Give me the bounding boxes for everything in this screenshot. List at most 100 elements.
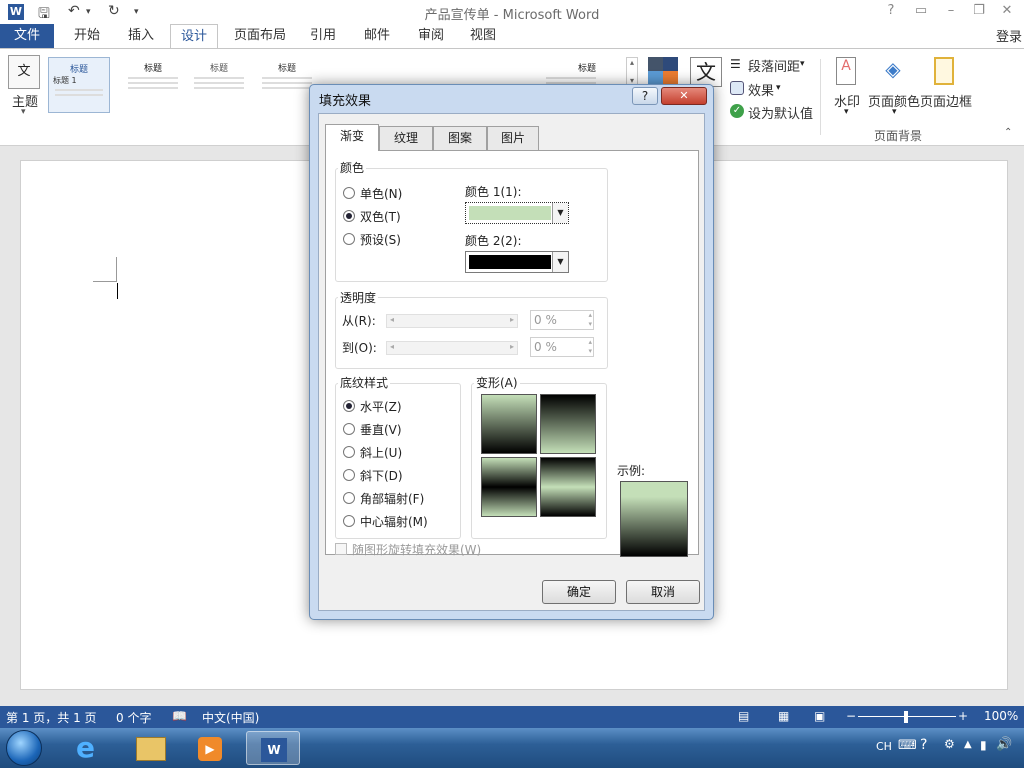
from-slider[interactable]: ◂ ▸ [386, 314, 518, 328]
help-button[interactable]: ? [632, 87, 658, 105]
volume-icon[interactable]: 🔊 [996, 737, 1012, 752]
radio-vertical-label[interactable]: 垂直(V) [360, 421, 402, 438]
radio-diagonal-up[interactable] [343, 446, 355, 458]
tab-gradient[interactable]: 渐变 [325, 124, 379, 151]
radio-vertical[interactable] [343, 423, 355, 435]
color1-dropdown[interactable]: ▼ [465, 202, 569, 224]
from-label: 从(R): [342, 314, 376, 328]
tab-design[interactable]: 设计 [170, 24, 219, 49]
radio-horizontal-label[interactable]: 水平(Z) [360, 398, 402, 415]
radio-from-center[interactable] [343, 515, 355, 527]
tab-texture[interactable]: 纹理 [379, 126, 433, 150]
zoom-slider-thumb[interactable] [904, 711, 908, 723]
from-value-field[interactable]: 0 % ▴ ▾ [530, 310, 594, 330]
radio-one-color-label[interactable]: 单色(N) [360, 185, 402, 202]
paragraph-spacing-dropdown-icon[interactable]: ▾ [800, 59, 805, 69]
help-tray-icon[interactable]: ? [920, 737, 927, 753]
login-link[interactable]: 登录 [996, 26, 1024, 45]
rotate-checkbox[interactable] [335, 543, 347, 555]
theme-dropdown-icon[interactable]: ▾ [21, 107, 26, 117]
tab-view[interactable]: 视图 [460, 24, 506, 48]
tab-insert[interactable]: 插入 [118, 24, 164, 48]
effects-button[interactable]: 效果 [748, 80, 774, 99]
variant-1[interactable] [481, 394, 537, 454]
to-value-field[interactable]: 0 % ▴ ▾ [530, 337, 594, 357]
variant-2[interactable] [540, 394, 596, 454]
close-window-icon[interactable]: ✕ [994, 3, 1020, 18]
cancel-button[interactable]: 取消 [626, 580, 700, 604]
word-count[interactable]: 0 个字 [116, 709, 151, 726]
radio-preset[interactable] [343, 233, 355, 245]
chevron-down-icon[interactable]: ▼ [552, 252, 568, 272]
ok-button[interactable]: 确定 [542, 580, 616, 604]
effects-dropdown-icon[interactable]: ▾ [776, 83, 781, 93]
style-gallery-item-1[interactable]: 标题 标题 1 [48, 57, 110, 113]
set-default-button[interactable]: 设为默认值 [748, 103, 813, 122]
tab-review[interactable]: 审阅 [408, 24, 454, 48]
margin-corner-mark [93, 281, 117, 282]
radio-preset-label[interactable]: 预设(S) [360, 231, 401, 248]
page-border-button[interactable]: 页面边框 [920, 91, 972, 110]
ime-indicator[interactable]: CH [876, 740, 892, 753]
zoom-out-icon[interactable]: − [846, 709, 856, 723]
media-player-icon[interactable]: ▶ [184, 731, 238, 765]
tab-file[interactable]: 文件 [0, 24, 55, 48]
word-taskbar-icon[interactable]: W [246, 731, 300, 765]
close-dialog-button[interactable]: ✕ [661, 87, 707, 105]
proofing-icon[interactable]: 📖 [172, 709, 187, 723]
rotate-checkbox-label[interactable]: 随图形旋转填充效果(W) [352, 541, 481, 558]
file-explorer-icon[interactable] [124, 731, 178, 765]
theme-icon[interactable]: 文 [8, 55, 40, 89]
watermark-dropdown-icon[interactable]: ▾ [844, 107, 849, 117]
radio-from-corner-label[interactable]: 角部辐射(F) [360, 490, 424, 507]
fonts-icon[interactable]: 文 [690, 57, 722, 87]
help-icon[interactable]: ? [878, 3, 904, 18]
tab-home[interactable]: 开始 [64, 24, 110, 48]
style-gallery-item-3[interactable]: 标题 [188, 57, 250, 113]
tab-picture[interactable]: 图片 [487, 126, 539, 150]
variant-3[interactable] [481, 457, 537, 517]
page-color-dropdown-icon[interactable]: ▾ [892, 107, 897, 117]
radio-two-colors[interactable] [343, 210, 355, 222]
tab-mailings[interactable]: 邮件 [354, 24, 400, 48]
zoom-level[interactable]: 100% [984, 709, 1018, 723]
radio-two-colors-label[interactable]: 双色(T) [360, 208, 401, 225]
minimize-icon[interactable]: – [938, 3, 964, 18]
radio-diagonal-up-label[interactable]: 斜上(U) [360, 444, 402, 461]
language-indicator[interactable]: 中文(中国) [202, 709, 259, 726]
radio-one-color[interactable] [343, 187, 355, 199]
internet-explorer-icon[interactable]: e [62, 731, 116, 765]
chevron-down-icon[interactable]: ▼ [552, 203, 568, 223]
paragraph-spacing-button[interactable]: 段落间距 [748, 56, 800, 75]
variant-4[interactable] [540, 457, 596, 517]
show-hidden-icons-icon[interactable]: ▲ [964, 739, 972, 750]
radio-horizontal[interactable] [343, 400, 355, 412]
to-value: 0 % [534, 340, 557, 354]
collapse-ribbon-icon[interactable]: ⌃ [1004, 127, 1012, 138]
keyboard-icon[interactable]: ⌨ [898, 738, 917, 753]
radio-diagonal-down[interactable] [343, 469, 355, 481]
network-icon[interactable]: ▮ [980, 738, 987, 752]
tab-references[interactable]: 引用 [300, 24, 346, 48]
colors-group-label: 颜色 [338, 159, 367, 176]
restore-icon[interactable]: ❐ [966, 3, 992, 18]
color2-dropdown[interactable]: ▼ [465, 251, 569, 273]
colors-icon[interactable] [648, 57, 678, 85]
gallery-item-title: 标题 [577, 64, 596, 74]
print-layout-icon[interactable]: ▦ [778, 709, 789, 723]
ribbon-display-icon[interactable]: ▭ [908, 3, 934, 18]
tray-settings-icon[interactable]: ⚙ [944, 737, 955, 751]
zoom-in-icon[interactable]: + [958, 709, 968, 723]
to-slider[interactable]: ◂ ▸ [386, 341, 518, 355]
start-button-icon[interactable] [6, 730, 42, 766]
radio-from-corner[interactable] [343, 492, 355, 504]
style-gallery-item-2[interactable]: 标题 [122, 57, 184, 113]
status-bar: 第 1 页，共 1 页 0 个字 📖 中文(中国) ▤ ▦ ▣ − + 100% [0, 706, 1024, 728]
read-mode-icon[interactable]: ▤ [738, 709, 749, 723]
tab-pattern[interactable]: 图案 [433, 126, 487, 150]
web-layout-icon[interactable]: ▣ [814, 709, 825, 723]
page-count[interactable]: 第 1 页，共 1 页 [6, 709, 97, 726]
radio-from-center-label[interactable]: 中心辐射(M) [360, 513, 428, 530]
tab-layout[interactable]: 页面布局 [224, 24, 296, 48]
radio-diagonal-down-label[interactable]: 斜下(D) [360, 467, 403, 484]
